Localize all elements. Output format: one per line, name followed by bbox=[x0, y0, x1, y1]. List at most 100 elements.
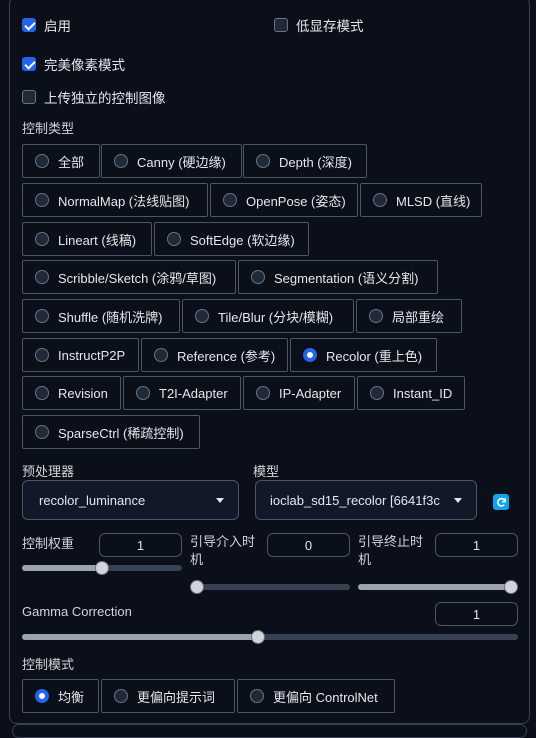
control-mode-option[interactable]: 更偏向提示词 bbox=[101, 679, 235, 713]
radio-icon bbox=[256, 386, 270, 400]
option-label: Shuffle (随机洗牌) bbox=[58, 309, 163, 325]
end-step-slider[interactable] bbox=[358, 580, 518, 594]
next-panel-edge bbox=[12, 724, 527, 738]
control-weight-input[interactable]: 1 bbox=[99, 533, 182, 557]
radio-icon bbox=[154, 348, 168, 362]
radio-icon bbox=[250, 689, 264, 703]
slider-fill bbox=[22, 565, 102, 571]
control-mode-option[interactable]: 更偏向 ControlNet bbox=[237, 679, 395, 713]
radio-icon bbox=[35, 309, 49, 323]
radio-icon bbox=[35, 154, 49, 168]
control-type-option[interactable]: Lineart (线稿) bbox=[22, 222, 152, 256]
control-type-option-selected[interactable]: Recolor (重上色) bbox=[290, 338, 437, 372]
pixel-perfect-check-icon[interactable] bbox=[22, 57, 36, 71]
radio-icon bbox=[35, 348, 49, 362]
upload-independent-check-icon[interactable] bbox=[22, 90, 36, 104]
control-type-label: 控制类型 bbox=[22, 121, 75, 136]
option-label: Segmentation (语义分割) bbox=[274, 270, 419, 286]
start-step-label-line1: 引导介入时 bbox=[190, 534, 256, 549]
radio-icon bbox=[35, 425, 49, 439]
end-step-label-line1: 引导终止时 bbox=[358, 534, 424, 549]
control-type-option[interactable]: IP-Adapter bbox=[243, 376, 355, 410]
control-weight-label: 控制权重 bbox=[22, 536, 75, 551]
pixel-perfect-checkbox[interactable]: 完美像素模式 bbox=[22, 54, 125, 74]
radio-icon bbox=[35, 270, 49, 284]
control-type-option[interactable]: SparseCtrl (稀疏控制) bbox=[22, 415, 200, 449]
control-type-option[interactable]: Reference (参考) bbox=[141, 338, 288, 372]
low-vram-checkbox[interactable]: 低显存模式 bbox=[274, 15, 364, 35]
end-step-input[interactable]: 1 bbox=[435, 533, 518, 557]
start-step-input[interactable]: 0 bbox=[267, 533, 350, 557]
radio-icon bbox=[195, 309, 209, 323]
chevron-down-icon bbox=[454, 498, 462, 503]
radio-icon bbox=[373, 193, 387, 207]
slider-fill bbox=[22, 634, 258, 640]
low-vram-label: 低显存模式 bbox=[296, 19, 364, 34]
refresh-icon[interactable] bbox=[493, 494, 509, 510]
control-type-option[interactable]: Tile/Blur (分块/模糊) bbox=[182, 299, 354, 333]
option-label: Lineart (线稿) bbox=[58, 232, 137, 248]
preprocessor-label: 预处理器 bbox=[22, 464, 75, 479]
control-type-option[interactable]: Canny (硬边缘) bbox=[101, 144, 242, 178]
control-type-option[interactable]: SoftEdge (软边缘) bbox=[154, 222, 309, 256]
model-dropdown[interactable]: ioclab_sd15_recolor [6641f3c bbox=[255, 480, 477, 520]
radio-icon bbox=[167, 232, 181, 246]
option-label: Revision bbox=[58, 385, 108, 401]
radio-icon bbox=[114, 689, 128, 703]
enable-checkbox[interactable]: 启用 bbox=[22, 15, 71, 35]
slider-thumb[interactable] bbox=[251, 630, 265, 644]
control-type-option[interactable]: OpenPose (姿态) bbox=[210, 183, 358, 217]
control-type-option[interactable]: T2I-Adapter bbox=[123, 376, 241, 410]
control-mode-option-selected[interactable]: 均衡 bbox=[22, 679, 99, 713]
control-type-option[interactable]: NormalMap (法线贴图) bbox=[22, 183, 208, 217]
option-label: 更偏向提示词 bbox=[137, 689, 216, 705]
radio-icon bbox=[369, 309, 383, 323]
low-vram-check-icon[interactable] bbox=[274, 18, 288, 32]
control-type-option[interactable]: 局部重绘 bbox=[356, 299, 462, 333]
control-type-option[interactable]: MLSD (直线) bbox=[360, 183, 482, 217]
radio-selected-icon bbox=[35, 689, 49, 703]
slider-thumb[interactable] bbox=[504, 580, 518, 594]
radio-selected-icon bbox=[303, 348, 317, 362]
option-label: 均衡 bbox=[58, 689, 85, 705]
option-label: MLSD (直线) bbox=[396, 193, 471, 209]
control-type-option[interactable]: Revision bbox=[22, 376, 121, 410]
option-label: Recolor (重上色) bbox=[326, 348, 423, 364]
option-label: 更偏向 ControlNet bbox=[273, 689, 378, 705]
slider-thumb[interactable] bbox=[190, 580, 204, 594]
gamma-label: Gamma Correction bbox=[22, 604, 132, 619]
control-type-option[interactable]: Scribble/Sketch (涂鸦/草图) bbox=[22, 260, 236, 294]
radio-icon bbox=[136, 386, 150, 400]
end-step-label: 引导终止时 机 bbox=[358, 533, 423, 569]
gamma-input[interactable]: 1 bbox=[435, 602, 518, 626]
control-type-option[interactable]: Depth (深度) bbox=[243, 144, 367, 178]
option-label: Scribble/Sketch (涂鸦/草图) bbox=[58, 270, 217, 286]
start-step-label-line2: 机 bbox=[190, 552, 204, 567]
control-type-option[interactable]: InstructP2P bbox=[22, 338, 139, 372]
option-label: NormalMap (法线贴图) bbox=[58, 193, 190, 209]
radio-icon bbox=[35, 232, 49, 246]
control-type-option[interactable]: Instant_ID bbox=[357, 376, 465, 410]
gamma-slider[interactable] bbox=[22, 630, 518, 644]
upload-independent-checkbox[interactable]: 上传独立的控制图像 bbox=[22, 87, 166, 107]
control-type-option[interactable]: Segmentation (语义分割) bbox=[238, 260, 438, 294]
option-label: Depth (深度) bbox=[279, 154, 352, 170]
chevron-down-icon bbox=[216, 498, 224, 503]
option-label: InstructP2P bbox=[58, 347, 126, 363]
control-weight-slider[interactable] bbox=[22, 561, 182, 575]
enable-check-icon[interactable] bbox=[22, 18, 36, 32]
option-label: Tile/Blur (分块/模糊) bbox=[218, 309, 334, 325]
start-step-label: 引导介入时 机 bbox=[190, 533, 255, 569]
radio-icon bbox=[256, 154, 270, 168]
option-label: 局部重绘 bbox=[392, 309, 445, 325]
option-label: SparseCtrl (稀疏控制) bbox=[58, 425, 184, 441]
end-step-label-line2: 机 bbox=[358, 552, 372, 567]
start-step-slider[interactable] bbox=[190, 580, 350, 594]
slider-thumb[interactable] bbox=[95, 561, 109, 575]
control-type-option[interactable]: 全部 bbox=[22, 144, 100, 178]
radio-icon bbox=[223, 193, 237, 207]
control-mode-label: 控制模式 bbox=[22, 657, 75, 672]
preprocessor-dropdown[interactable]: recolor_luminance bbox=[22, 480, 239, 520]
radio-icon bbox=[114, 154, 128, 168]
control-type-option[interactable]: Shuffle (随机洗牌) bbox=[22, 299, 180, 333]
